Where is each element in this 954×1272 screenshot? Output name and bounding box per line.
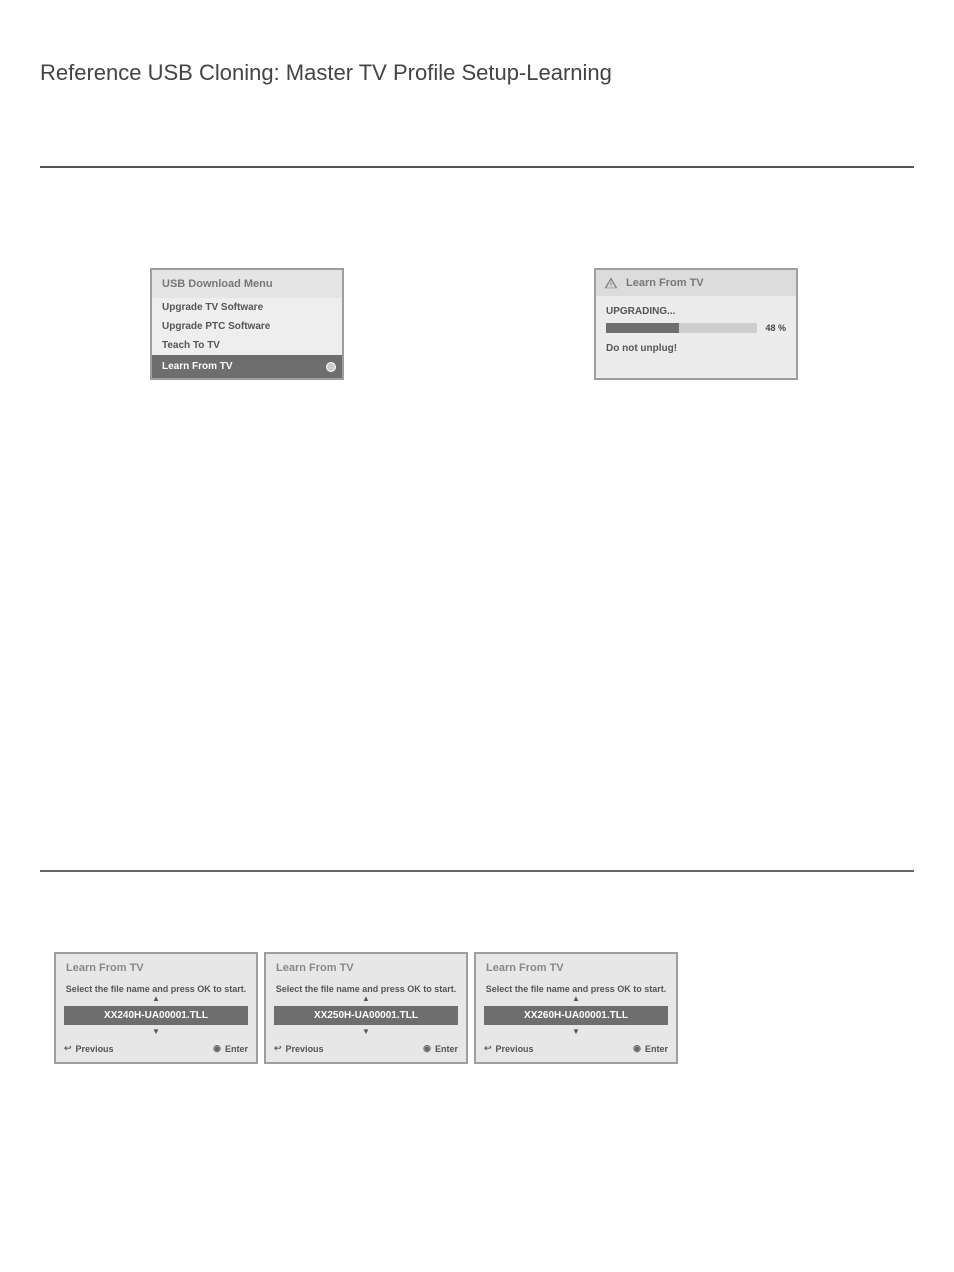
back-arrow-icon: ↩︎ [274, 1043, 282, 1054]
previous-button[interactable]: ↩︎ Previous [64, 1043, 114, 1054]
progress-header: Learn From TV [626, 277, 704, 289]
enter-dot-icon: ◉ [423, 1043, 431, 1054]
selected-filename[interactable]: XX250H-UA00001.TLL [274, 1006, 458, 1025]
progress-warning: Do not unplug! [606, 343, 786, 354]
enter-dot-icon: ◉ [213, 1043, 221, 1054]
arrow-down-icon[interactable]: ▼ [476, 1027, 676, 1037]
back-arrow-icon: ↩︎ [484, 1043, 492, 1054]
arrow-up-icon[interactable]: ▲ [266, 994, 466, 1004]
learn-progress-panel: Learn From TV UPGRADING... 48 % Do not u… [594, 268, 798, 380]
file-panel-instruction: Select the file name and press OK to sta… [266, 982, 466, 994]
progress-bar [606, 323, 757, 333]
page-title: Reference USB Cloning: Master TV Profile… [40, 60, 914, 86]
selected-filename[interactable]: XX240H-UA00001.TLL [64, 1006, 248, 1025]
learn-file-panel-3: Learn From TV Select the file name and p… [474, 952, 678, 1064]
enter-button[interactable]: ◉ Enter [633, 1043, 668, 1054]
usb-menu-header: USB Download Menu [152, 270, 342, 298]
enter-dot-icon: ◉ [633, 1043, 641, 1054]
arrow-down-icon[interactable]: ▼ [266, 1027, 466, 1037]
previous-button[interactable]: ↩︎ Previous [274, 1043, 324, 1054]
file-panel-instruction: Select the file name and press OK to sta… [476, 982, 676, 994]
previous-button[interactable]: ↩︎ Previous [484, 1043, 534, 1054]
enter-label: Enter [225, 1044, 248, 1054]
enter-button[interactable]: ◉ Enter [423, 1043, 458, 1054]
enter-label: Enter [435, 1044, 458, 1054]
file-panel-header: Learn From TV [56, 954, 256, 982]
previous-label: Previous [76, 1044, 114, 1054]
menu-item-learn-from-tv[interactable]: Learn From TV [152, 355, 342, 378]
back-arrow-icon: ↩︎ [64, 1043, 72, 1054]
progress-bar-fill [606, 323, 679, 333]
enter-button[interactable]: ◉ Enter [213, 1043, 248, 1054]
enter-dot-icon [326, 362, 336, 372]
previous-label: Previous [286, 1044, 324, 1054]
arrow-down-icon[interactable]: ▼ [56, 1027, 256, 1037]
menu-item-upgrade-ptc[interactable]: Upgrade PTC Software [152, 317, 342, 336]
warning-icon [604, 276, 618, 290]
menu-item-upgrade-tv[interactable]: Upgrade TV Software [152, 298, 342, 317]
divider [40, 166, 914, 168]
progress-percent-label: 48 % [765, 323, 786, 333]
arrow-up-icon[interactable]: ▲ [476, 994, 676, 1004]
selected-filename[interactable]: XX260H-UA00001.TLL [484, 1006, 668, 1025]
progress-status: UPGRADING... [606, 306, 786, 317]
divider [40, 870, 914, 872]
learn-file-panel-2: Learn From TV Select the file name and p… [264, 952, 468, 1064]
arrow-up-icon[interactable]: ▲ [56, 994, 256, 1004]
file-panel-header: Learn From TV [476, 954, 676, 982]
enter-label: Enter [645, 1044, 668, 1054]
menu-item-label: Learn From TV [162, 361, 233, 372]
file-panel-header: Learn From TV [266, 954, 466, 982]
file-panel-instruction: Select the file name and press OK to sta… [56, 982, 256, 994]
usb-download-menu: USB Download Menu Upgrade TV Software Up… [150, 268, 344, 380]
menu-item-teach-to-tv[interactable]: Teach To TV [152, 336, 342, 355]
learn-file-panel-1: Learn From TV Select the file name and p… [54, 952, 258, 1064]
previous-label: Previous [496, 1044, 534, 1054]
